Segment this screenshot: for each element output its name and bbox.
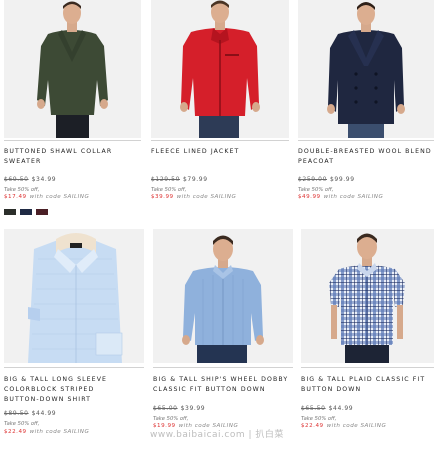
original-price: $129.50: [151, 176, 181, 183]
promo-text: Take 50% off,: [4, 187, 40, 193]
original-price: $65.00: [153, 405, 178, 412]
sale-price: $22.49: [4, 429, 27, 435]
product-card-fleece-jacket[interactable]: FLEECE LINED JACKET $129.50 $79.99 Take 5…: [151, 0, 289, 225]
sale-price: $49.99: [298, 194, 321, 200]
color-swatch-charcoal[interactable]: [4, 209, 16, 215]
sale-row: $22.49 with code SAILING: [301, 423, 386, 429]
product-title[interactable]: BIG & TALL LONG SLEEVE COLORBLOCK STRIPE…: [4, 375, 107, 405]
product-image-plaid-shirt[interactable]: [301, 229, 434, 363]
divider: [153, 367, 293, 368]
promo-code-text: with code SAILING: [176, 194, 237, 200]
product-title[interactable]: FLEECE LINED JACKET: [151, 147, 239, 157]
product-title-line[interactable]: DOUBLE-BREASTED WOOL BLEND: [298, 147, 432, 157]
divider: [4, 140, 141, 141]
product-title-line[interactable]: BUTTON DOWN: [301, 385, 425, 395]
product-title-line[interactable]: BIG & TALL SHIP'S WHEEL DOBBY: [153, 375, 288, 385]
product-image-peacoat[interactable]: [298, 0, 434, 138]
original-price: $259.00: [298, 176, 328, 183]
sale-row: $49.99 with code SAILING: [298, 194, 383, 200]
promo-text: Take 50% off,: [151, 187, 187, 193]
current-price: $44.99: [328, 405, 354, 412]
promo-code-text: with code SAILING: [326, 423, 387, 429]
product-card-shawl-sweater[interactable]: BUTTONED SHAWL COLLAR SWEATER $69.50 $34.…: [4, 0, 141, 225]
product-title[interactable]: BIG & TALL SHIP'S WHEEL DOBBY CLASSIC FI…: [153, 375, 288, 395]
current-price: $44.99: [31, 410, 57, 417]
product-title-line[interactable]: SWEATER: [4, 157, 112, 167]
product-title-line[interactable]: BIG & TALL PLAID CLASSIC FIT: [301, 375, 425, 385]
price-row: $65.00 $39.99: [153, 405, 205, 412]
color-swatches: [4, 209, 48, 215]
price-row: $65.50 $44.99: [301, 405, 353, 412]
product-title[interactable]: DOUBLE-BREASTED WOOL BLEND PEACOAT: [298, 147, 432, 167]
product-card-dobby-shirt[interactable]: BIG & TALL SHIP'S WHEEL DOBBY CLASSIC FI…: [153, 229, 293, 452]
product-title-line[interactable]: BIG & TALL LONG SLEEVE: [4, 375, 107, 385]
product-title-line[interactable]: BUTTONED SHAWL COLLAR: [4, 147, 112, 157]
product-card-plaid-shirt[interactable]: BIG & TALL PLAID CLASSIC FIT BUTTON DOWN…: [301, 229, 434, 452]
promo-code-text: with code SAILING: [29, 194, 90, 200]
price-row: $89.50 $44.99: [4, 410, 56, 417]
current-price: $79.99: [183, 176, 208, 183]
product-image-colorblock-shirt[interactable]: [4, 229, 144, 363]
sale-row: $17.49 with code SAILING: [4, 194, 89, 200]
product-image-dobby-shirt[interactable]: [153, 229, 293, 363]
promo-text: Take 50% off,: [301, 416, 337, 422]
product-title-line[interactable]: CLASSIC FIT BUTTON DOWN: [153, 385, 288, 395]
sale-row: $22.49 with code SAILING: [4, 429, 89, 435]
product-title[interactable]: BUTTONED SHAWL COLLAR SWEATER: [4, 147, 112, 167]
product-title-line[interactable]: BUTTON-DOWN SHIRT: [4, 395, 107, 405]
original-price: $69.50: [4, 176, 29, 183]
promo-code-text: with code SAILING: [29, 429, 90, 435]
price-row: $259.00 $99.99: [298, 176, 355, 183]
sale-price: $17.49: [4, 194, 27, 200]
price-row: $69.50 $34.99: [4, 176, 56, 183]
product-title-line[interactable]: COLORBLOCK STRIPED: [4, 385, 107, 395]
product-image-fleece-jacket[interactable]: [151, 0, 289, 138]
product-image-shawl-sweater[interactable]: [4, 0, 141, 138]
product-card-peacoat[interactable]: DOUBLE-BREASTED WOOL BLEND PEACOAT $259.…: [298, 0, 434, 225]
sale-row: $39.99 with code SAILING: [151, 194, 236, 200]
sale-price: $22.49: [301, 423, 324, 429]
divider: [151, 140, 289, 141]
divider: [4, 367, 144, 368]
promo-code-text: with code SAILING: [323, 194, 384, 200]
divider: [298, 140, 434, 141]
current-price: $99.99: [330, 176, 355, 183]
promo-text: Take 50% off,: [298, 187, 334, 193]
product-card-colorblock-shirt[interactable]: BIG & TALL LONG SLEEVE COLORBLOCK STRIPE…: [4, 229, 144, 452]
current-price: $34.99: [31, 176, 57, 183]
promo-text: Take 50% off,: [4, 421, 40, 427]
original-price: $89.50: [4, 410, 29, 417]
color-swatch-navy[interactable]: [20, 209, 32, 215]
product-title-line[interactable]: FLEECE LINED JACKET: [151, 147, 239, 157]
product-title-line[interactable]: PEACOAT: [298, 157, 432, 167]
product-title[interactable]: BIG & TALL PLAID CLASSIC FIT BUTTON DOWN: [301, 375, 425, 395]
color-swatch-burgundy[interactable]: [36, 209, 48, 215]
sale-price: $39.99: [151, 194, 174, 200]
divider: [301, 367, 434, 368]
price-row: $129.50 $79.99: [151, 176, 208, 183]
original-price: $65.50: [301, 405, 326, 412]
promo-text: Take 50% off,: [153, 416, 189, 422]
watermark: www.baibaicai.com | 扒白菜: [150, 430, 284, 440]
current-price: $39.99: [180, 405, 206, 412]
